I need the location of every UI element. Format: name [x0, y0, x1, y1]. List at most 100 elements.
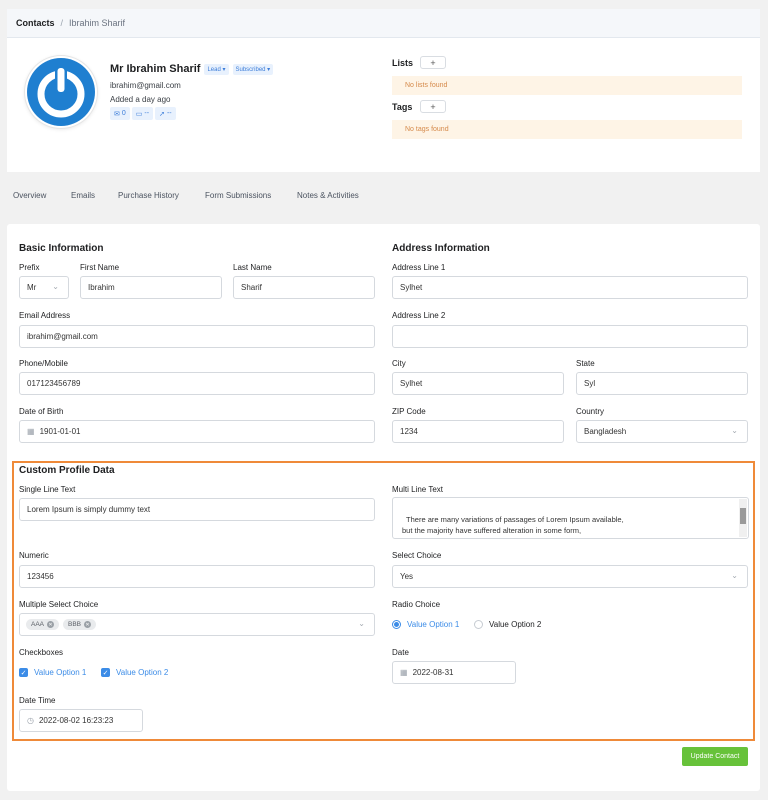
status-dropdown[interactable]: Lead ▾ — [204, 63, 229, 75]
profile-header: Mr Ibrahim Sharif Lead ▾ Subscribed ▾ ib… — [7, 38, 760, 172]
phone-input[interactable]: 017123456789 — [19, 372, 375, 395]
multi-select-input[interactable]: AAA ✕ BBB ✕ ⌄ — [19, 613, 375, 636]
contact-name: Mr Ibrahim Sharif — [110, 63, 201, 75]
checkbox-option-2[interactable]: ✓ Value Option 2 — [101, 668, 168, 677]
country-select[interactable]: Bangladesh ⌄ — [576, 420, 748, 443]
tags-label: Tags — [392, 102, 413, 112]
radio-option-1[interactable]: Value Option 1 — [392, 620, 459, 629]
scroll-thumb[interactable] — [740, 508, 746, 524]
remove-tag-icon[interactable]: ✕ — [47, 621, 55, 628]
radio-dot — [474, 620, 483, 629]
prefix-select[interactable]: Mr ⌄ — [19, 276, 69, 299]
datetime-label: Date Time — [19, 696, 56, 705]
multi-select-label: Multiple Select Choice — [19, 600, 99, 609]
checkbox-label: Value Option 2 — [116, 668, 169, 677]
state-input[interactable]: Syl — [576, 372, 748, 395]
calendar-icon: ▦ — [400, 668, 408, 677]
lists-label: Lists — [392, 58, 414, 68]
checkbox-label: Value Option 1 — [34, 668, 87, 677]
radio-dot — [392, 620, 401, 629]
address-line2-label: Address Line 2 — [392, 311, 446, 320]
avatar — [25, 56, 97, 128]
zip-input[interactable]: 1234 — [392, 420, 564, 443]
email-label: Email Address — [19, 311, 71, 320]
tab-overview[interactable]: Overview — [13, 191, 46, 200]
power-logo-icon — [27, 58, 95, 126]
last-name-input[interactable]: Sharif — [233, 276, 375, 299]
address-line1-input[interactable]: Sylhet — [392, 276, 748, 299]
mail-icon: ✉ — [114, 110, 120, 118]
selected-tag-label: BBB — [68, 621, 82, 628]
single-line-label: Single Line Text — [19, 485, 76, 494]
emails-stat[interactable]: ✉ 0 — [110, 107, 130, 120]
checkmark-icon: ✓ — [19, 668, 28, 677]
phone-label: Phone/Mobile — [19, 359, 68, 368]
country-label: Country — [576, 407, 605, 416]
contact-email: ibrahim@gmail.com — [110, 81, 181, 90]
select-choice-select[interactable]: Yes ⌄ — [392, 565, 748, 588]
selected-tag: AAA ✕ — [26, 619, 60, 630]
dob-value: 1901-01-01 — [39, 427, 81, 436]
textarea-scrollbar[interactable] — [739, 499, 747, 537]
add-list-button[interactable]: + — [420, 56, 446, 69]
dob-picker[interactable]: ▦ 1901-01-01 — [19, 420, 375, 443]
first-name-input[interactable]: Ibrahim — [80, 276, 222, 299]
numeric-input[interactable]: 123456 — [19, 565, 375, 588]
first-name-label: First Name — [80, 263, 120, 272]
tab-notes-activities[interactable]: Notes & Activities — [297, 191, 359, 200]
update-contact-button[interactable]: Update Contact — [682, 747, 748, 766]
basic-info-title: Basic Information — [19, 243, 104, 254]
chevron-down-icon: ⌄ — [52, 282, 59, 291]
breadcrumb-separator: / — [60, 18, 64, 28]
tab-purchase-history[interactable]: Purchase History — [118, 191, 179, 200]
lists-empty: No lists found — [392, 76, 742, 95]
breadcrumb-current: Ibrahim Sharif — [69, 18, 126, 28]
prefix-label: Prefix — [19, 263, 40, 272]
date-label: Date — [392, 648, 409, 657]
send-value: -- — [166, 110, 172, 117]
tags-empty: No tags found — [392, 120, 742, 139]
remove-tag-icon[interactable]: ✕ — [84, 621, 92, 628]
multi-line-label: Multi Line Text — [392, 485, 443, 494]
folder-stat[interactable]: ▭ -- — [131, 107, 154, 120]
emails-count: 0 — [121, 110, 126, 117]
add-tag-button[interactable]: + — [420, 100, 446, 113]
address-line2-input[interactable] — [392, 325, 748, 348]
tab-form-submissions[interactable]: Form Submissions — [205, 191, 271, 200]
email-input[interactable]: ibrahim@gmail.com — [19, 325, 375, 348]
city-label: City — [392, 359, 406, 368]
chevron-down-icon: ⌄ — [731, 571, 738, 580]
country-value: Bangladesh — [584, 427, 627, 436]
dob-label: Date of Birth — [19, 407, 64, 416]
radio-option-label: Value Option 2 — [489, 620, 542, 629]
send-stat[interactable]: ➚ -- — [155, 107, 176, 120]
datetime-picker[interactable]: ◷ 2022-08-02 16:23:23 — [19, 709, 143, 732]
breadcrumb-contacts-link[interactable]: Contacts — [16, 18, 55, 28]
checkmark-icon: ✓ — [101, 668, 110, 677]
contact-added-time: Added a day ago — [110, 95, 171, 104]
chevron-down-icon: ⌄ — [358, 619, 365, 628]
city-input[interactable]: Sylhet — [392, 372, 564, 395]
contact-name-row: Mr Ibrahim Sharif Lead ▾ Subscribed ▾ — [110, 63, 274, 75]
radio-option-2[interactable]: Value Option 2 — [474, 620, 541, 629]
select-choice-label: Select Choice — [392, 551, 442, 560]
multi-line-textarea[interactable]: There are many variations of passages of… — [392, 497, 749, 539]
numeric-label: Numeric — [19, 551, 49, 560]
selected-tag-label: AAA — [31, 621, 45, 628]
radio-option-label: Value Option 1 — [407, 620, 460, 629]
profile-tabs: Overview Emails Purchase History Form Su… — [0, 191, 768, 207]
multi-line-value: There are many variations of passages of… — [402, 515, 680, 538]
folder-value: -- — [144, 110, 150, 117]
selected-tag: BBB ✕ — [63, 619, 97, 630]
address-info-title: Address Information — [392, 243, 490, 254]
address-line1-label: Address Line 1 — [392, 263, 446, 272]
tab-emails[interactable]: Emails — [71, 191, 95, 200]
date-picker[interactable]: ▦ 2022-08-31 — [392, 661, 516, 684]
zip-label: ZIP Code — [392, 407, 426, 416]
single-line-input[interactable]: Lorem Ipsum is simply dummy text — [19, 498, 375, 521]
subscription-dropdown[interactable]: Subscribed ▾ — [232, 63, 274, 75]
send-icon: ➚ — [159, 110, 165, 118]
state-label: State — [576, 359, 595, 368]
checkbox-option-1[interactable]: ✓ Value Option 1 — [19, 668, 86, 677]
date-value: 2022-08-31 — [412, 668, 454, 677]
